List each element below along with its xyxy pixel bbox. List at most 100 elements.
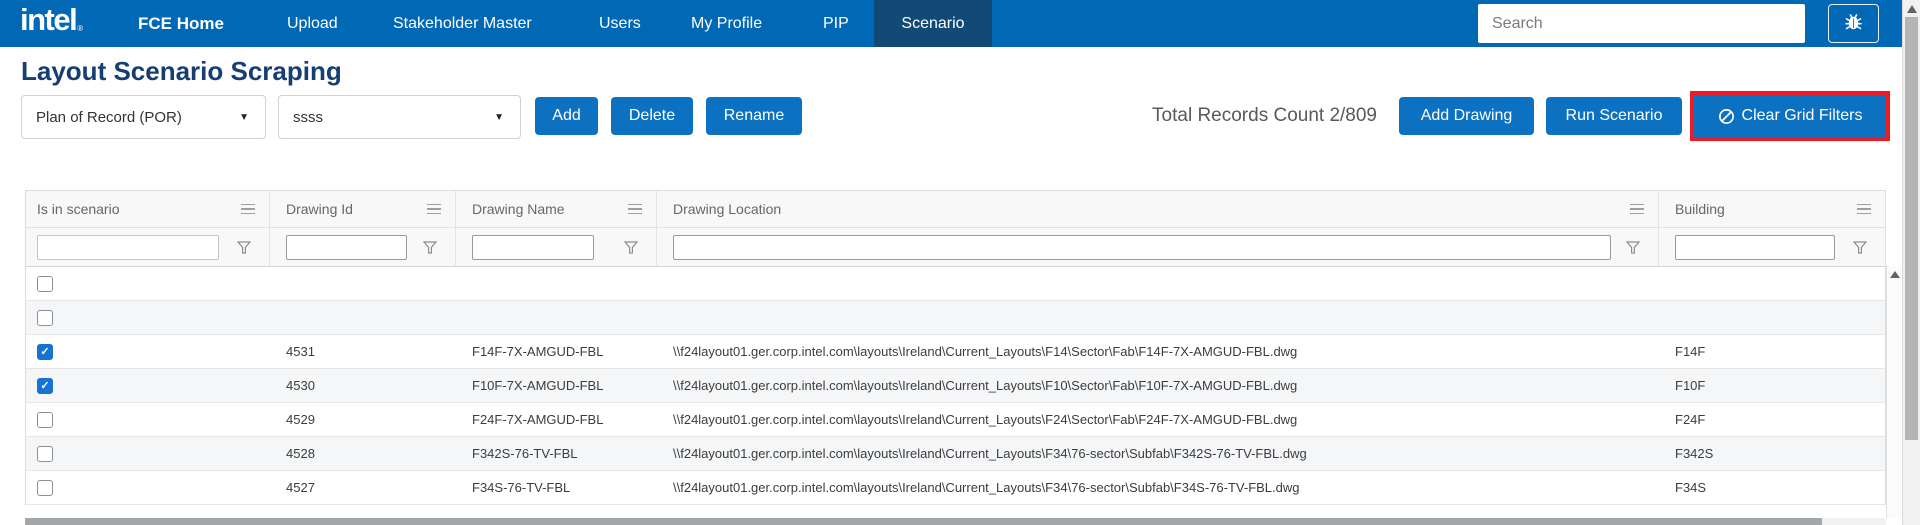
- grid-body: 4531F14F-7X-AMGUD-FBL\\f24layout01.ger.c…: [26, 267, 1885, 505]
- page-scrollbar-thumb[interactable]: [1905, 17, 1918, 440]
- table-row: 4528F342S-76-TV-FBL\\f24layout01.ger.cor…: [26, 437, 1885, 471]
- filter-input-building[interactable]: [1675, 235, 1835, 260]
- column-header-drawing-location[interactable]: Drawing Location: [657, 191, 1659, 227]
- clear-grid-filters-button[interactable]: Clear Grid Filters: [1694, 95, 1886, 137]
- nav-item-pip[interactable]: PIP: [823, 0, 849, 47]
- cell-drawing-id: 4530: [270, 378, 456, 393]
- grid-vertical-scrollbar[interactable]: [1886, 266, 1901, 518]
- debug-button[interactable]: [1828, 4, 1879, 43]
- column-label: Building: [1675, 201, 1725, 217]
- column-menu-icon[interactable]: [241, 204, 255, 215]
- filter-cell-drawing-location: [657, 228, 1659, 266]
- nav-item-upload[interactable]: Upload: [287, 0, 338, 47]
- nav-item-fce-home[interactable]: FCE Home: [138, 0, 224, 47]
- total-records-count: Total Records Count 2/809: [1085, 97, 1377, 135]
- table-row: 4530F10F-7X-AMGUD-FBL\\f24layout01.ger.c…: [26, 369, 1885, 403]
- table-row: [26, 301, 1885, 335]
- filter-funnel-icon[interactable]: [423, 241, 437, 254]
- nav-item-my-profile[interactable]: My Profile: [691, 0, 762, 47]
- row-checkbox-cell: [26, 446, 270, 462]
- cell-building: F24F: [1659, 412, 1885, 427]
- rename-button[interactable]: Rename: [706, 97, 802, 135]
- horizontal-scrollbar-thumb[interactable]: [25, 518, 1822, 525]
- filter-input-is-in-scenario: [37, 235, 219, 260]
- column-header-drawing-id[interactable]: Drawing Id: [270, 191, 456, 227]
- filter-cell-is-in-scenario: [26, 228, 270, 266]
- column-header-building[interactable]: Building: [1659, 191, 1885, 227]
- clear-filter-icon: [1718, 108, 1735, 125]
- scenario-name-value: ssss: [293, 109, 323, 126]
- row-checkbox[interactable]: [37, 310, 53, 326]
- row-checkbox[interactable]: [37, 412, 53, 428]
- delete-button[interactable]: Delete: [611, 97, 693, 135]
- filter-funnel-icon[interactable]: [1626, 241, 1640, 254]
- row-checkbox[interactable]: [37, 480, 53, 496]
- row-checkbox-cell: [26, 310, 270, 326]
- filter-funnel-icon[interactable]: [624, 241, 638, 254]
- row-checkbox-cell: [26, 480, 270, 496]
- table-row: 4527F34S-76-TV-FBL\\f24layout01.ger.corp…: [26, 471, 1885, 505]
- cell-building: F34S: [1659, 480, 1885, 495]
- page-scrollbar[interactable]: [1902, 0, 1920, 525]
- column-label: Drawing Name: [472, 201, 565, 217]
- filter-cell-drawing-id: [270, 228, 456, 266]
- column-menu-icon[interactable]: [427, 204, 441, 215]
- row-checkbox-checked[interactable]: [37, 344, 53, 360]
- cell-drawing-id: 4529: [270, 412, 456, 427]
- row-checkbox-cell: [26, 276, 270, 292]
- nav-item-stakeholder-master[interactable]: Stakeholder Master: [393, 0, 532, 47]
- scenario-name-dropdown[interactable]: ssss ▼: [278, 95, 521, 139]
- cell-drawing-name: F10F-7X-AMGUD-FBL: [456, 378, 657, 393]
- filter-funnel-icon[interactable]: [237, 241, 251, 254]
- page-title: Layout Scenario Scraping: [21, 56, 342, 87]
- column-label: Is in scenario: [37, 201, 119, 217]
- cell-building: F14F: [1659, 344, 1885, 359]
- row-checkbox-cell: [26, 344, 270, 360]
- drawings-grid: Is in scenario Drawing Id Drawing Name D…: [25, 190, 1886, 505]
- bug-icon: [1843, 11, 1864, 37]
- search-input[interactable]: [1478, 4, 1805, 43]
- column-header-is-in-scenario[interactable]: Is in scenario: [26, 191, 270, 227]
- column-menu-icon[interactable]: [628, 204, 642, 215]
- column-header-drawing-name[interactable]: Drawing Name: [456, 191, 657, 227]
- row-checkbox[interactable]: [37, 446, 53, 462]
- column-menu-icon[interactable]: [1630, 204, 1644, 215]
- scroll-up-arrow-icon[interactable]: [1890, 271, 1900, 278]
- grid-filter-row: [26, 228, 1885, 267]
- filter-funnel-icon[interactable]: [1853, 241, 1867, 254]
- row-checkbox[interactable]: [37, 276, 53, 292]
- scenario-type-value: Plan of Record (POR): [36, 109, 182, 126]
- nav-item-scenario-active[interactable]: Scenario: [874, 0, 992, 47]
- grid-header-row: Is in scenario Drawing Id Drawing Name D…: [26, 191, 1885, 228]
- grid-horizontal-scrollbar[interactable]: [25, 518, 1886, 525]
- scroll-up-arrow-icon[interactable]: [1907, 5, 1917, 13]
- run-scenario-button[interactable]: Run Scenario: [1546, 97, 1682, 135]
- cell-drawing-name: F34S-76-TV-FBL: [456, 480, 657, 495]
- filter-input-drawing-location[interactable]: [673, 235, 1611, 260]
- cell-drawing-name: F342S-76-TV-FBL: [456, 446, 657, 461]
- top-navbar: intel® FCE Home Upload Stakeholder Maste…: [0, 0, 1902, 47]
- cell-drawing-id: 4527: [270, 480, 456, 495]
- column-menu-icon[interactable]: [1857, 204, 1871, 215]
- filter-input-drawing-name[interactable]: [472, 235, 594, 260]
- table-row: 4531F14F-7X-AMGUD-FBL\\f24layout01.ger.c…: [26, 335, 1885, 369]
- row-checkbox-cell: [26, 412, 270, 428]
- column-label: Drawing Location: [673, 201, 781, 217]
- row-checkbox-checked[interactable]: [37, 378, 53, 394]
- chevron-down-icon: ▼: [239, 112, 249, 123]
- registered-mark: ®: [77, 24, 81, 33]
- cell-drawing-id: 4531: [270, 344, 456, 359]
- cell-drawing-location: \\f24layout01.ger.corp.intel.com\layouts…: [657, 378, 1659, 393]
- table-row: [26, 267, 1885, 301]
- add-drawing-button[interactable]: Add Drawing: [1399, 97, 1534, 135]
- cell-drawing-location: \\f24layout01.ger.corp.intel.com\layouts…: [657, 412, 1659, 427]
- cell-drawing-location: \\f24layout01.ger.corp.intel.com\layouts…: [657, 344, 1659, 359]
- page: intel® FCE Home Upload Stakeholder Maste…: [0, 0, 1920, 525]
- intel-logo[interactable]: intel®: [20, 2, 81, 38]
- nav-item-users[interactable]: Users: [599, 0, 641, 47]
- scenario-type-dropdown[interactable]: Plan of Record (POR) ▼: [21, 95, 266, 139]
- filter-input-drawing-id[interactable]: [286, 235, 407, 260]
- row-checkbox-cell: [26, 378, 270, 394]
- filter-cell-building: [1659, 228, 1885, 266]
- add-button[interactable]: Add: [535, 97, 598, 135]
